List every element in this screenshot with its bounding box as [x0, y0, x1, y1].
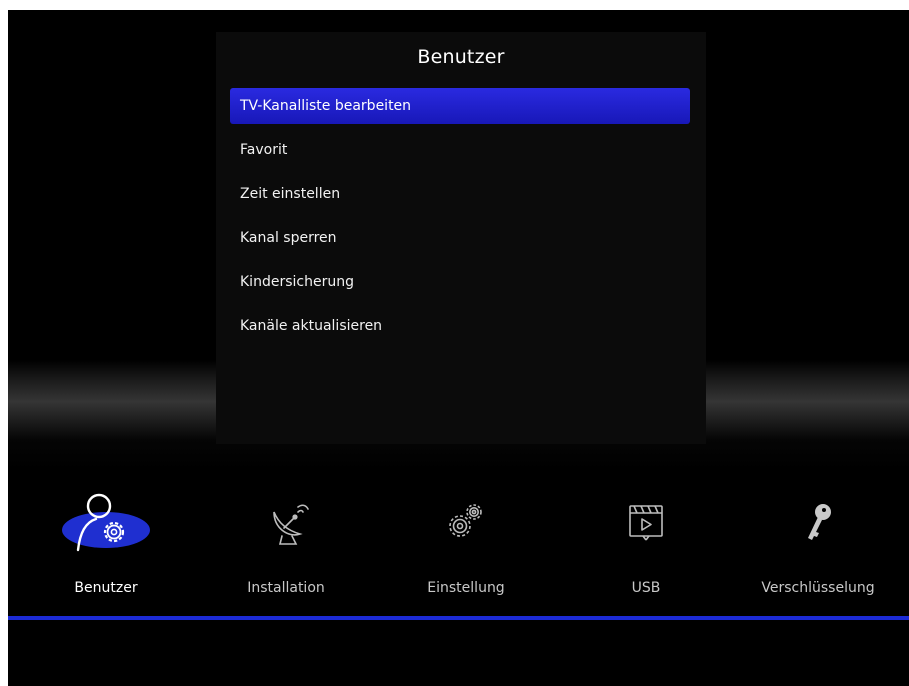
menu-panel: Benutzer TV-Kanalliste bearbeiten Favori… [216, 32, 706, 444]
nav-verschluesselung[interactable]: Verschlüsselung [728, 472, 908, 612]
menu-item-favorit[interactable]: Favorit [230, 132, 690, 168]
nav-label: Einstellung [427, 580, 505, 596]
panel-title: Benutzer [417, 46, 505, 68]
media-player-icon [596, 482, 696, 552]
tv-screen: Benutzer TV-Kanalliste bearbeiten Favori… [8, 10, 909, 686]
reflection-band-fade [8, 440, 909, 470]
nav-usb[interactable]: USB [556, 472, 736, 612]
nav-einstellung[interactable]: Einstellung [376, 472, 556, 612]
nav-label: Verschlüsselung [761, 580, 875, 596]
nav-benutzer[interactable]: Benutzer [16, 472, 196, 612]
main-icon-bar: Benutzer Installation Einstellung USB Ve… [8, 472, 909, 612]
menu-item-label: Zeit einstellen [240, 186, 341, 202]
menu-list: TV-Kanalliste bearbeiten Favorit Zeit ei… [230, 88, 690, 352]
menu-item-label: Favorit [240, 142, 288, 158]
user-gear-icon [56, 482, 156, 552]
nav-label: Installation [247, 580, 325, 596]
menu-item-zeit-einstellen[interactable]: Zeit einstellen [230, 176, 690, 212]
menu-item-label: TV-Kanalliste bearbeiten [240, 98, 412, 114]
menu-item-tv-kanalliste[interactable]: TV-Kanalliste bearbeiten [230, 88, 690, 124]
accent-line [8, 616, 909, 620]
menu-item-kanaele-aktualisieren[interactable]: Kanäle aktualisieren [230, 308, 690, 344]
nav-installation[interactable]: Installation [196, 472, 376, 612]
menu-item-label: Kanäle aktualisieren [240, 318, 383, 334]
menu-item-label: Kindersicherung [240, 274, 354, 290]
gears-icon [416, 482, 516, 552]
key-icon [768, 482, 868, 552]
nav-label: Benutzer [74, 580, 138, 596]
menu-item-kindersicherung[interactable]: Kindersicherung [230, 264, 690, 300]
menu-item-label: Kanal sperren [240, 230, 337, 246]
nav-label: USB [631, 580, 661, 596]
menu-item-kanal-sperren[interactable]: Kanal sperren [230, 220, 690, 256]
satellite-dish-icon [236, 482, 336, 552]
